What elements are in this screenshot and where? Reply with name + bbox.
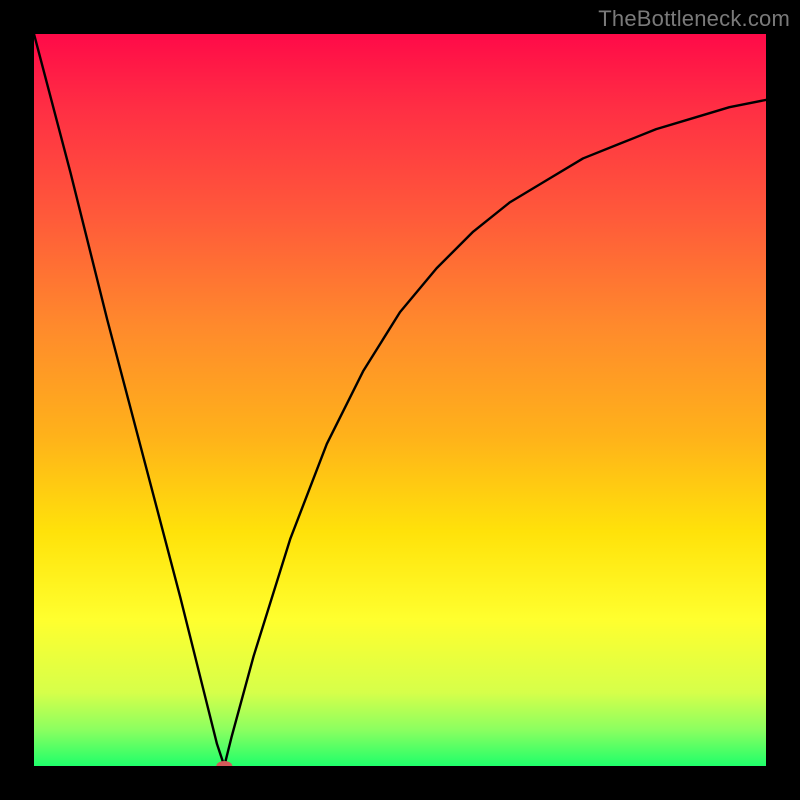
plot-area (34, 34, 766, 766)
minimum-marker (216, 761, 232, 766)
bottleneck-curve (34, 34, 766, 766)
curve-layer (34, 34, 766, 766)
watermark-text: TheBottleneck.com (598, 6, 790, 32)
chart-frame: TheBottleneck.com (0, 0, 800, 800)
